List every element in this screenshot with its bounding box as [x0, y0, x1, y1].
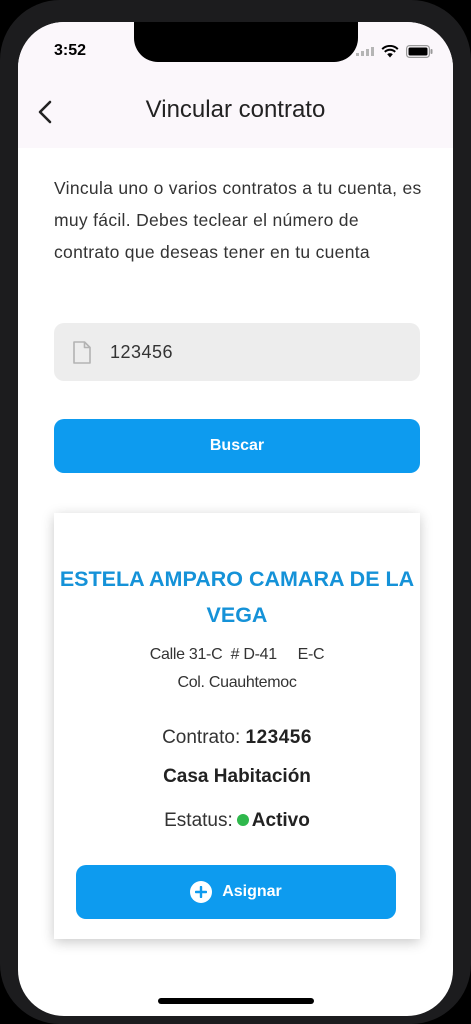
owner-name: ESTELA AMPARO CAMARA DE LA VEGA [59, 567, 415, 627]
search-button[interactable]: Buscar [54, 419, 420, 473]
status-time: 3:52 [54, 42, 87, 59]
status-value: Activo [251, 810, 310, 831]
status-label: Estatus: [164, 810, 233, 831]
signal-icon [356, 47, 374, 56]
contract-number: Contrato: 123456 [54, 727, 420, 749]
contract-card: ESTELA AMPARO CAMARA DE LA VEGA Calle 31… [54, 513, 420, 939]
status-dot-icon [236, 814, 249, 826]
device-frame: 3:52 Vincular contrato Vincula uno o var… [0, 0, 471, 1024]
assign-button[interactable]: Asignar [76, 865, 396, 919]
plus-circle-icon [190, 881, 213, 903]
contract-label: Contrato: [162, 727, 241, 748]
address-line-colony: Col. Cuauhtemoc [177, 674, 297, 691]
contract-value: 123456 [245, 727, 312, 748]
wifi-icon [381, 44, 399, 57]
home-indicator[interactable] [158, 998, 314, 1004]
page-title: Vincular contrato [145, 96, 326, 123]
screen: 3:52 Vincular contrato Vincula uno o var… [18, 22, 453, 1016]
status-icons [356, 44, 433, 58]
address: Calle 31-C # D-41 E-C Col. Cuauhtemoc [54, 641, 420, 697]
contract-number-input[interactable] [110, 341, 390, 363]
battery-icon [406, 44, 433, 58]
address-line-street: Calle 31-C # D-41 E-C [149, 646, 325, 663]
intro-text: Vincula uno o varios contratos a tu cuen… [54, 178, 422, 262]
notch [134, 22, 358, 62]
contract-number-field[interactable] [54, 323, 420, 381]
property-type: Casa Habitación [163, 766, 311, 787]
contract-status: Estatus: Activo [54, 810, 420, 832]
assign-button-label: Asignar [222, 883, 282, 900]
document-icon [72, 340, 92, 364]
